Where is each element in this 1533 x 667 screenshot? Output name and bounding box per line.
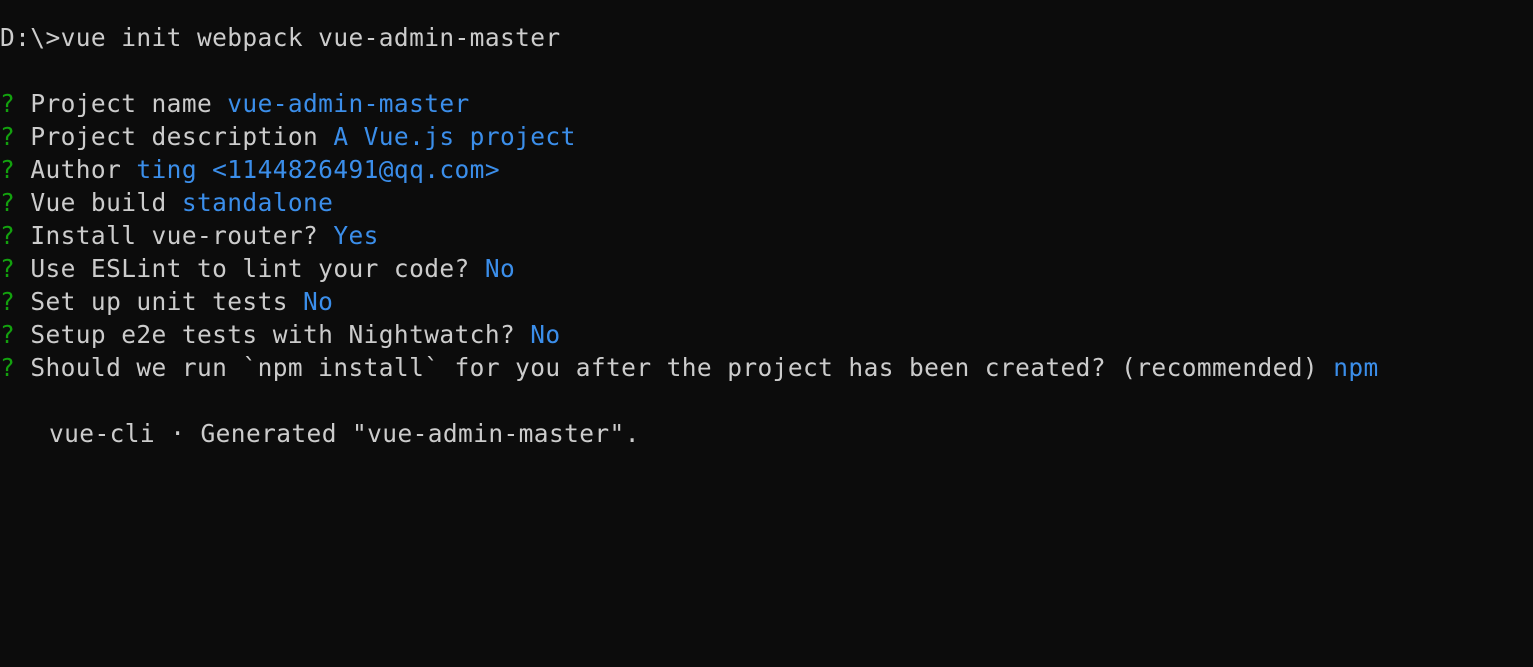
question-mark-icon: ?	[0, 89, 16, 118]
question-mark-icon: ?	[0, 353, 16, 382]
answer-text: No	[303, 287, 334, 316]
prompt-line-vue-router: ? Install vue-router? Yes	[0, 219, 379, 252]
answer-text: A Vue.js project	[333, 122, 576, 151]
answer-text: Yes	[333, 221, 379, 250]
question-text: Install vue-router?	[30, 221, 319, 250]
generated-message: vue-cli · Generated "vue-admin-master".	[49, 419, 640, 448]
question-text: Author	[30, 155, 122, 184]
prompt-line-author: ? Author ting <1144826491@qq.com>	[0, 153, 500, 186]
command-prompt: D:\>	[0, 23, 61, 52]
answer-text: vue-admin-master	[227, 89, 470, 118]
question-mark-icon: ?	[0, 254, 16, 283]
answer-text: standalone	[181, 188, 334, 217]
answer-text: No	[484, 254, 516, 283]
terminal-window[interactable]: D:\>vue init webpack vue-admin-master ? …	[0, 0, 1533, 493]
question-text: Set up unit tests	[30, 287, 288, 316]
question-text: Project description	[30, 122, 319, 151]
answer-text: ting <1144826491@qq.com>	[136, 155, 500, 184]
prompt-line-e2e-tests: ? Setup e2e tests with Nightwatch? No	[0, 318, 561, 351]
prompt-line-eslint: ? Use ESLint to lint your code? No	[0, 252, 515, 285]
question-mark-icon: ?	[0, 287, 16, 316]
question-text: Vue build	[30, 188, 167, 217]
question-text: Use ESLint to lint your code?	[30, 254, 470, 283]
prompt-line-project-name: ? Project name vue-admin-master	[0, 87, 470, 120]
prompt-line-project-description: ? Project description A Vue.js project	[0, 120, 576, 153]
question-mark-icon: ?	[0, 122, 16, 151]
question-text: Should we run `npm install` for you afte…	[30, 353, 1319, 382]
command-line: D:\>vue init webpack vue-admin-master	[0, 21, 561, 54]
command-text: vue init webpack vue-admin-master	[60, 23, 561, 52]
question-text: Project name	[30, 89, 213, 118]
question-mark-icon: ?	[0, 320, 16, 349]
question-mark-icon: ?	[0, 221, 16, 250]
question-mark-icon: ?	[0, 155, 16, 184]
question-mark-icon: ?	[0, 188, 16, 217]
question-text: Setup e2e tests with Nightwatch?	[30, 320, 516, 349]
prompt-line-vue-build: ? Vue build standalone	[0, 186, 333, 219]
prompt-line-npm-install: ? Should we run `npm install` for you af…	[0, 351, 1379, 384]
answer-text: npm	[1333, 353, 1379, 382]
prompt-line-unit-tests: ? Set up unit tests No	[0, 285, 333, 318]
answer-text: No	[530, 320, 561, 349]
